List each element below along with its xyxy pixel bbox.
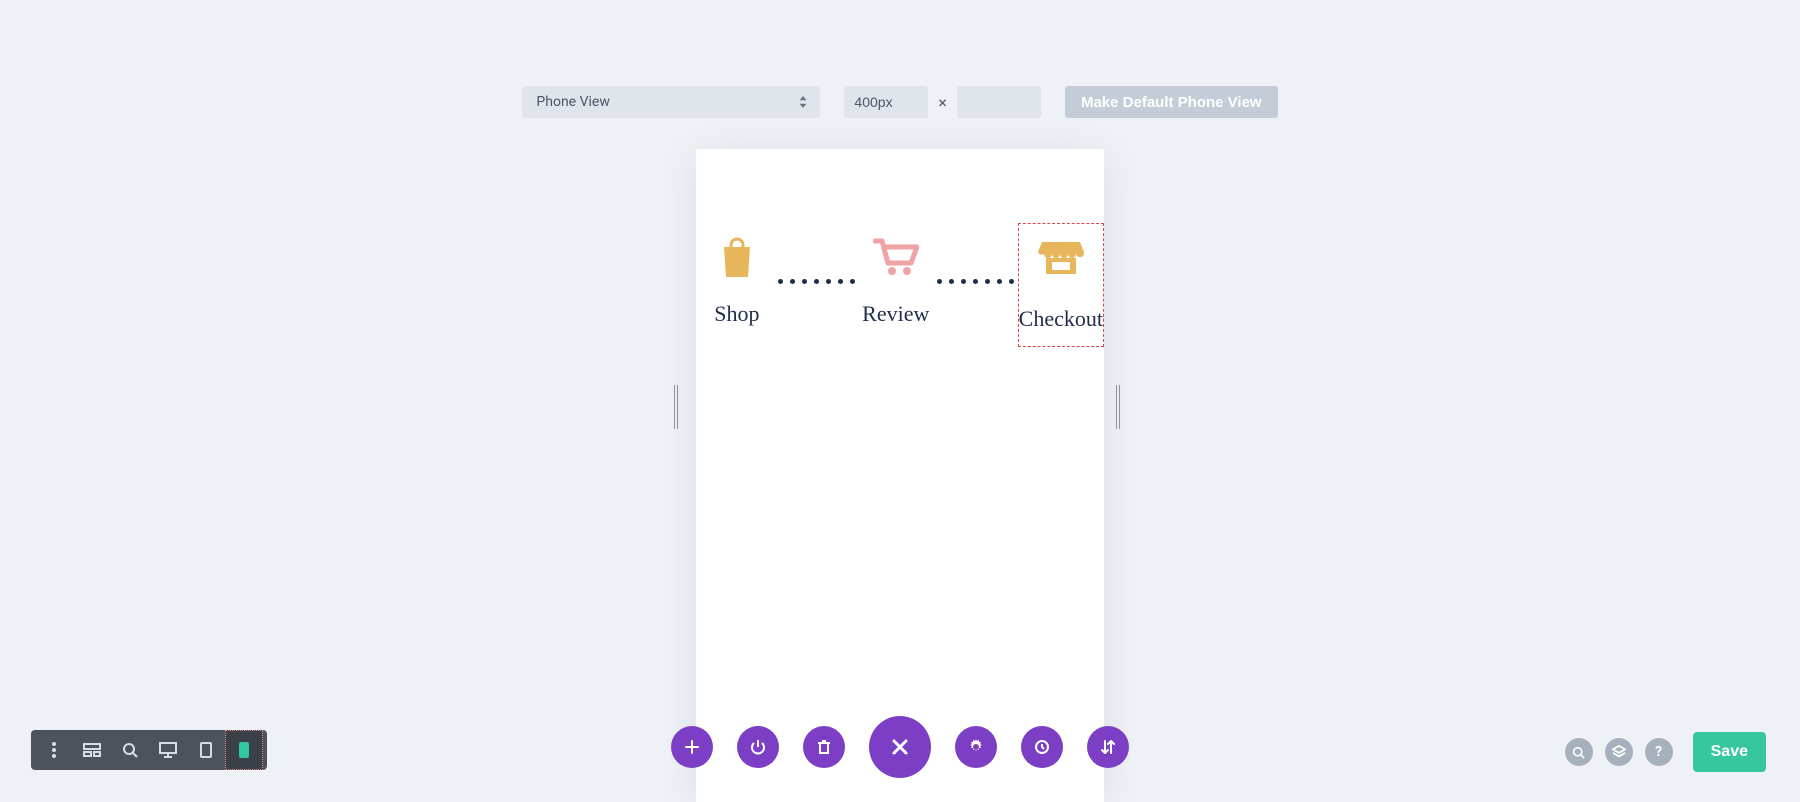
builder-actions-toolbar <box>671 716 1129 778</box>
phone-view-button[interactable] <box>225 730 263 770</box>
cart-icon <box>873 233 919 281</box>
add-button[interactable] <box>671 726 713 768</box>
bag-icon <box>720 233 754 281</box>
step-checkout[interactable]: Checkout <box>1018 223 1104 347</box>
settings-button[interactable] <box>955 726 997 768</box>
wireframe-view-button[interactable] <box>73 730 111 770</box>
top-controls: Phone View × Make Default Phone View <box>0 86 1800 118</box>
make-default-button[interactable]: Make Default Phone View <box>1065 86 1278 118</box>
resize-handle-right[interactable] <box>1116 385 1126 429</box>
zoom-icon-button[interactable] <box>1565 738 1593 766</box>
power-button[interactable] <box>737 726 779 768</box>
select-sort-icon <box>798 96 808 108</box>
view-select[interactable]: Phone View <box>522 86 820 118</box>
viewport-size-group: × <box>844 86 1041 118</box>
checkout-steps-row: Shop Review <box>696 223 1104 347</box>
layers-icon-button[interactable] <box>1605 738 1633 766</box>
question-mark-icon: ? <box>1655 744 1662 760</box>
height-input[interactable] <box>957 86 1041 118</box>
history-button[interactable] <box>1021 726 1063 768</box>
desktop-view-button[interactable] <box>149 730 187 770</box>
store-icon <box>1038 234 1084 282</box>
save-button[interactable]: Save <box>1693 732 1766 772</box>
times-separator: × <box>938 93 947 112</box>
zoom-button[interactable] <box>111 730 149 770</box>
help-icon-button[interactable]: ? <box>1645 738 1673 766</box>
step-connector <box>937 279 1014 284</box>
preview-canvas: Shop Review <box>696 149 1104 802</box>
step-review[interactable]: Review <box>855 223 937 341</box>
trash-button[interactable] <box>803 726 845 768</box>
step-shop[interactable]: Shop <box>696 223 778 341</box>
width-input[interactable] <box>844 86 928 118</box>
step-label: Review <box>862 301 929 327</box>
sort-button[interactable] <box>1087 726 1129 768</box>
step-label: Shop <box>714 301 759 327</box>
resize-handle-left[interactable] <box>674 385 684 429</box>
more-menu-button[interactable] <box>35 730 73 770</box>
close-button[interactable] <box>869 716 931 778</box>
step-label: Checkout <box>1019 306 1103 332</box>
right-actions-toolbar: ? Save <box>1565 732 1766 772</box>
tablet-view-button[interactable] <box>187 730 225 770</box>
responsive-toolbar <box>31 730 267 770</box>
view-select-label: Phone View <box>536 94 609 110</box>
step-connector <box>778 279 855 284</box>
